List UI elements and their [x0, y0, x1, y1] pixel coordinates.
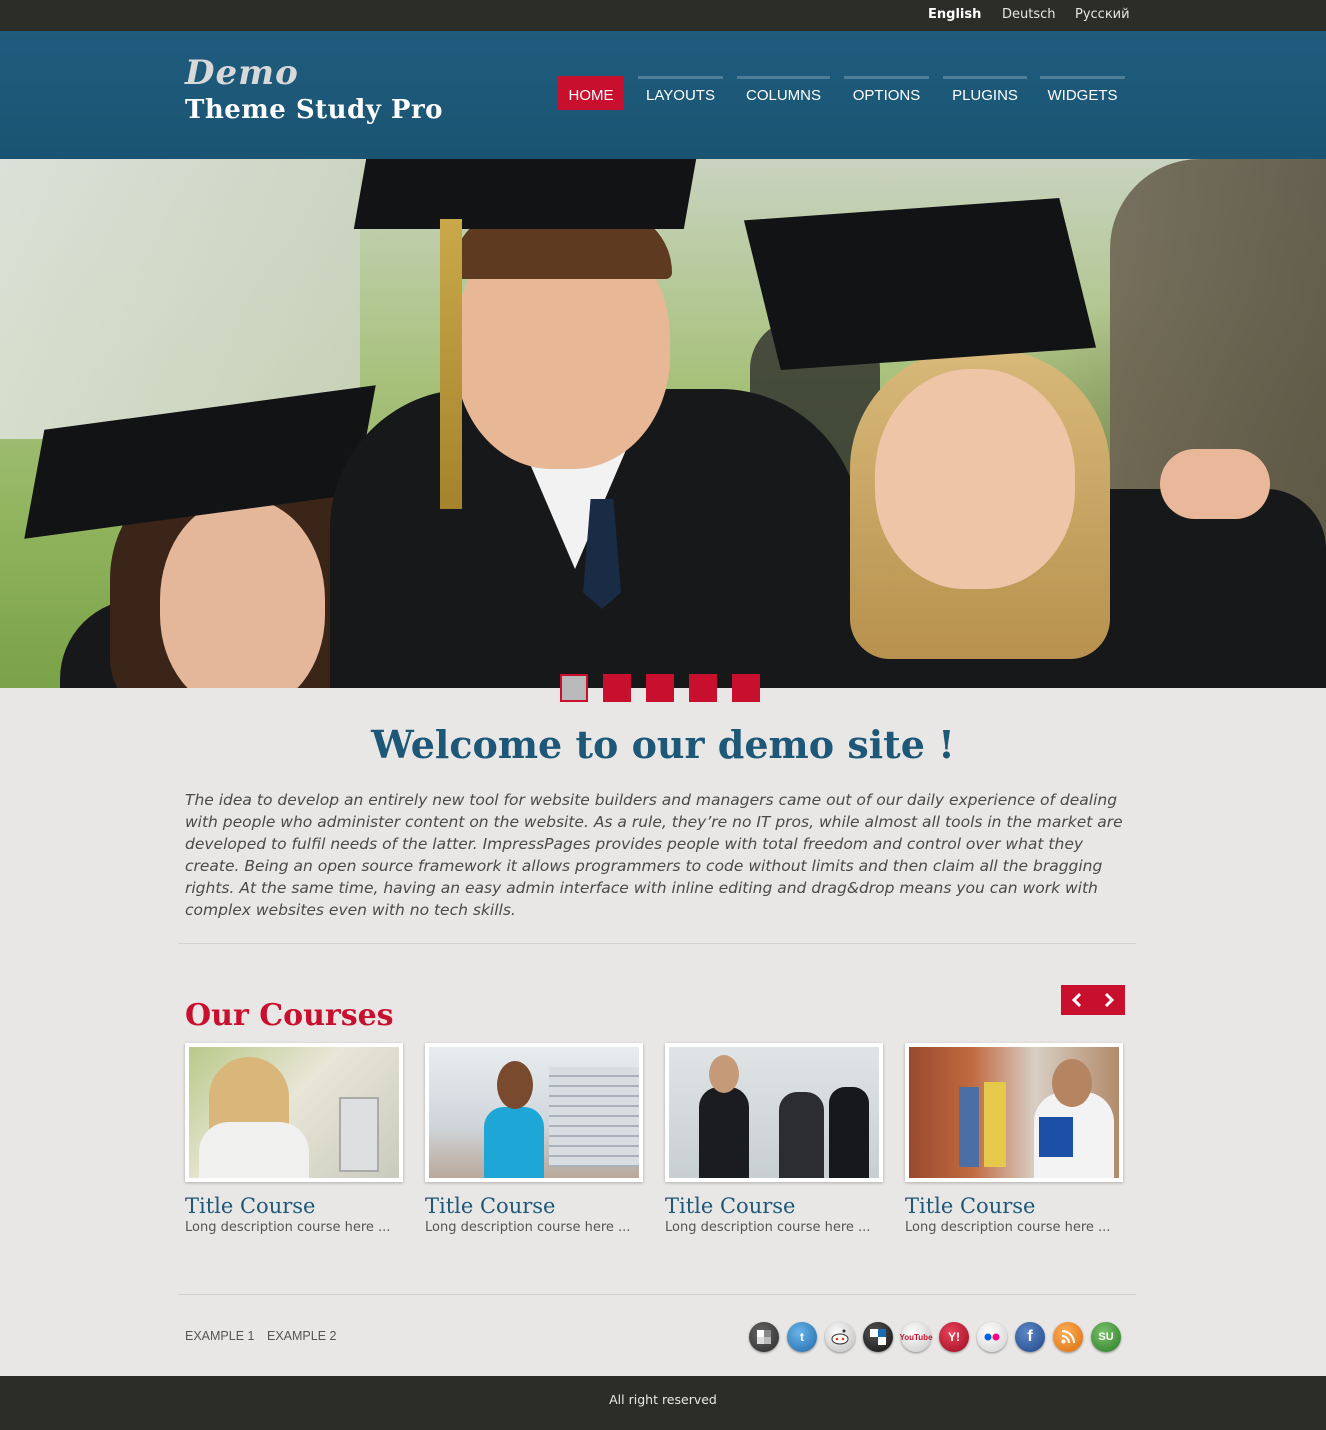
yahoo-icon[interactable]: Y! [939, 1322, 969, 1352]
course-thumbnail[interactable] [185, 1043, 403, 1182]
course-title[interactable]: Title Course [185, 1194, 403, 1218]
twitter-icon[interactable]: t [787, 1322, 817, 1352]
welcome-heading: Welcome to our demo site ! [371, 722, 955, 767]
facebook-icon[interactable]: f [1015, 1322, 1045, 1352]
slider-dot-5[interactable] [732, 674, 760, 702]
copyright-text: All right reserved [609, 1392, 717, 1407]
graduate-face [875, 369, 1075, 589]
footer-link-example-1[interactable]: EXAMPLE 1 [185, 1329, 254, 1343]
course-thumbnail[interactable] [665, 1043, 883, 1182]
course-card: Title Course Long description course her… [425, 1043, 643, 1235]
course-card: Title Course Long description course her… [905, 1043, 1123, 1235]
carousel-next-button[interactable] [1093, 985, 1125, 1015]
course-description: Long description course here ... [185, 1220, 391, 1235]
courses-carousel-controls [1061, 985, 1125, 1015]
chevron-left-icon [1071, 992, 1082, 1008]
delicious-alt-icon[interactable] [863, 1322, 893, 1352]
course-title[interactable]: Title Course [905, 1194, 1123, 1218]
hero-slider-image [0, 159, 1326, 688]
youtube-icon[interactable]: YouTube [899, 1322, 933, 1352]
nav-home[interactable]: HOME [558, 76, 624, 110]
flickr-icon[interactable] [977, 1322, 1007, 1352]
slider-dot-4[interactable] [689, 674, 717, 702]
slider-dot-3[interactable] [646, 674, 674, 702]
course-image [189, 1047, 399, 1178]
logo-subtitle[interactable]: Theme Study Pro [185, 95, 443, 125]
language-english[interactable]: English [928, 7, 981, 22]
course-description: Long description course here ... [905, 1220, 1111, 1235]
course-card: Title Course Long description course her… [665, 1043, 883, 1235]
course-image [669, 1047, 879, 1178]
section-divider [178, 943, 1136, 944]
stumbleupon-icon[interactable]: SU [1091, 1322, 1121, 1352]
graduate-face [160, 499, 325, 688]
delicious-icon[interactable] [749, 1322, 779, 1352]
nav-options[interactable]: OPTIONS [844, 76, 929, 110]
site-header: Demo Theme Study Pro HOME LAYOUTS COLUMN… [0, 31, 1326, 159]
course-image [429, 1047, 639, 1178]
chevron-right-icon [1104, 992, 1115, 1008]
graduation-cap [743, 198, 1097, 370]
course-description: Long description course here ... [665, 1220, 871, 1235]
footer-link-example-2[interactable]: EXAMPLE 2 [267, 1329, 336, 1343]
course-card: Title Course Long description course her… [185, 1043, 403, 1235]
slider-dot-2[interactable] [603, 674, 631, 702]
logo-title[interactable]: Demo [185, 53, 299, 93]
course-title[interactable]: Title Course [425, 1194, 643, 1218]
language-bar: English Deutsch Русский [0, 0, 1326, 31]
nav-widgets[interactable]: WIDGETS [1040, 76, 1125, 110]
reddit-icon[interactable] [825, 1322, 855, 1352]
course-image [909, 1047, 1119, 1178]
language-deutsch[interactable]: Deutsch [1002, 7, 1056, 22]
course-description: Long description course here ... [425, 1220, 631, 1235]
rss-icon[interactable] [1053, 1322, 1083, 1352]
cap-tassel [440, 219, 462, 509]
graduation-cap [353, 159, 697, 229]
language-russian[interactable]: Русский [1075, 7, 1130, 22]
nav-plugins[interactable]: PLUGINS [943, 76, 1027, 110]
course-title[interactable]: Title Course [665, 1194, 883, 1218]
nav-columns[interactable]: COLUMNS [737, 76, 830, 110]
graduate-hand [1160, 449, 1270, 519]
welcome-text: The idea to develop an entirely new tool… [185, 791, 1123, 919]
slider-dot-1[interactable] [560, 674, 588, 702]
footer-divider [178, 1294, 1136, 1295]
nav-layouts[interactable]: LAYOUTS [638, 76, 723, 110]
course-thumbnail[interactable] [425, 1043, 643, 1182]
courses-heading: Our Courses [185, 998, 394, 1033]
carousel-prev-button[interactable] [1061, 985, 1093, 1015]
course-thumbnail[interactable] [905, 1043, 1123, 1182]
